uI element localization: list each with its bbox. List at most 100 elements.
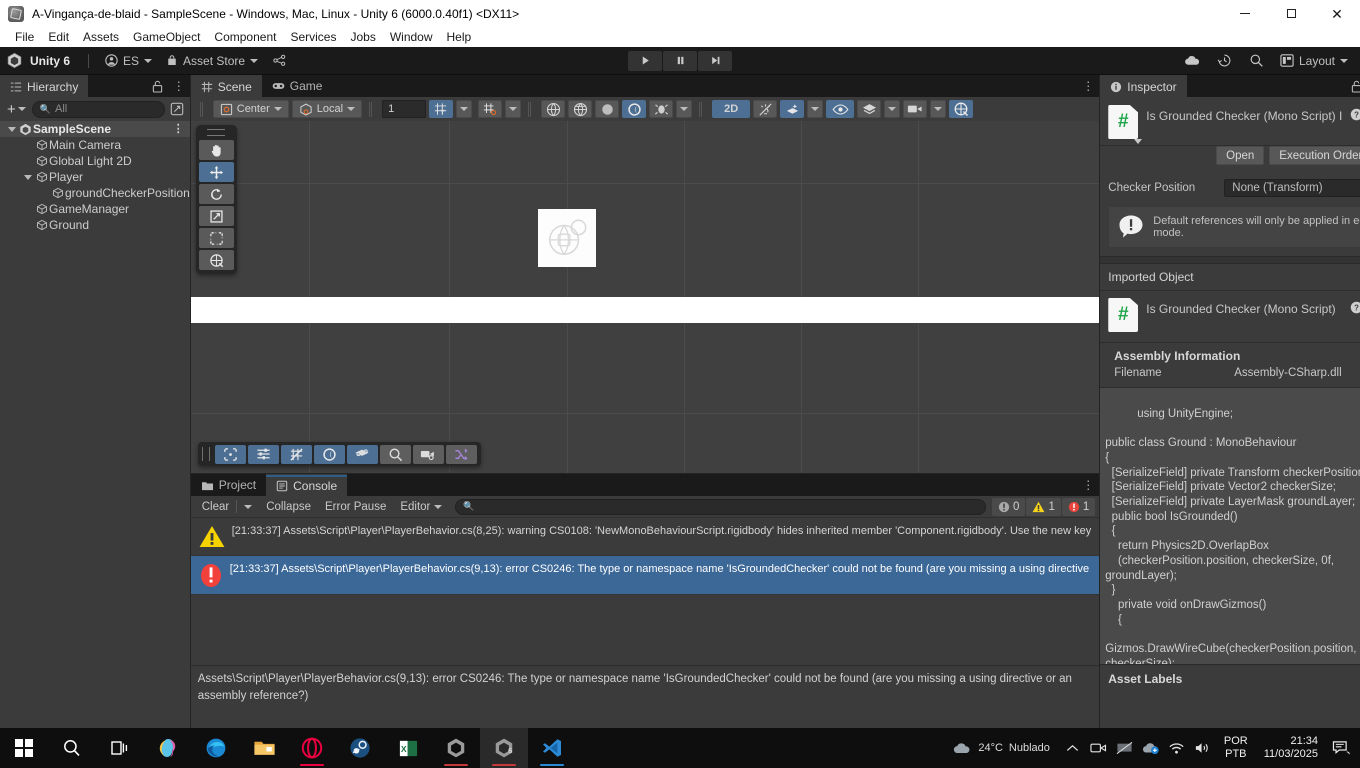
layers-icon[interactable] <box>857 100 882 118</box>
maximize-button[interactable] <box>1268 0 1314 27</box>
clock[interactable]: 21:34 11/03/2025 <box>1256 735 1326 761</box>
camera-icon[interactable] <box>903 100 928 118</box>
copilot-button[interactable] <box>144 728 192 768</box>
tab-console[interactable]: Console <box>266 474 348 496</box>
console-entry-list[interactable]: [21:33:37] Assets\Script\Player\PlayerBe… <box>190 518 1100 665</box>
cloud-icon[interactable] <box>1178 50 1208 72</box>
volume-icon[interactable] <box>1190 728 1216 768</box>
menu-help[interactable]: Help <box>440 29 479 45</box>
hierarchy-item-groundcheckerposition[interactable]: groundCheckerPosition <box>0 185 190 201</box>
console-search-input[interactable]: 🔍 <box>455 498 987 515</box>
console-entry-error[interactable]: [21:33:37] Assets\Script\Player\PlayerBe… <box>190 556 1100 595</box>
search-button[interactable] <box>48 728 96 768</box>
open-button[interactable]: Open <box>1216 146 1265 165</box>
screen-tray-icon[interactable] <box>1112 728 1138 768</box>
wifi-icon[interactable] <box>1164 728 1190 768</box>
snap-increment-dropdown[interactable] <box>505 100 522 118</box>
scene-viewport[interactable] <box>190 121 1100 473</box>
help-icon[interactable]: ? <box>1350 108 1360 121</box>
hierarchy-item-ground[interactable]: Ground <box>0 217 190 233</box>
account-menu[interactable]: ES <box>99 51 158 71</box>
chevron-up-icon[interactable] <box>1060 728 1086 768</box>
close-button[interactable]: ✕ <box>1314 0 1360 27</box>
collapse-toggle[interactable]: Collapse <box>259 498 318 515</box>
hierarchy-item-global-light-2d[interactable]: Global Light 2D <box>0 153 190 169</box>
hierarchy-lock-icon[interactable] <box>147 75 168 97</box>
layers-dropdown[interactable] <box>884 100 901 118</box>
step-button[interactable] <box>698 50 732 71</box>
hierarchy-item-main-camera[interactable]: Main Camera <box>0 137 190 153</box>
console-entry-warning[interactable]: [21:33:37] Assets\Script\Player\PlayerBe… <box>190 518 1100 556</box>
menu-edit[interactable]: Edit <box>41 29 76 45</box>
hierarchy-tree[interactable]: SampleScene ⋮ Main Camera Global Light 2D Pl… <box>0 121 190 735</box>
audio-icon[interactable] <box>649 100 674 118</box>
tab-project[interactable]: Project <box>190 474 267 496</box>
unity-editor-button[interactable]: 6 <box>480 728 528 768</box>
execution-order-button[interactable]: Execution Order... <box>1269 146 1360 165</box>
sliders-icon[interactable] <box>247 444 279 464</box>
editor-dropdown[interactable]: Editor <box>393 498 449 515</box>
opera-button[interactable] <box>288 728 336 768</box>
help-icon-2[interactable]: ? <box>1350 301 1360 314</box>
tab-scene[interactable]: Scene <box>190 75 262 97</box>
audio-dropdown[interactable] <box>676 100 693 118</box>
menu-component[interactable]: Component <box>207 29 283 45</box>
wireframe-globe-icon[interactable] <box>568 100 593 118</box>
unity-hub-button[interactable] <box>432 728 480 768</box>
history-icon[interactable] <box>1210 50 1240 72</box>
onedrive-icon[interactable] <box>1138 728 1164 768</box>
console-kebab-icon[interactable]: ⋮ <box>1077 474 1099 496</box>
lighting-icon[interactable] <box>622 100 647 118</box>
sphere-icon[interactable] <box>595 100 620 118</box>
minimize-button[interactable] <box>1222 0 1268 27</box>
overlay-drag-handle[interactable] <box>207 129 226 136</box>
inspector-lock-icon[interactable] <box>1346 75 1360 97</box>
grid-snap-icon[interactable]: Y <box>429 100 454 118</box>
steam-button[interactable] <box>336 728 384 768</box>
move-tool[interactable] <box>198 162 234 182</box>
vscode-button[interactable] <box>528 728 576 768</box>
gizmos-icon[interactable] <box>949 100 974 118</box>
transform-tool[interactable] <box>198 250 234 270</box>
grid-size-input[interactable]: 1 <box>382 100 427 118</box>
hierarchy-search-input[interactable]: 🔍 All <box>31 100 165 118</box>
edge-button[interactable] <box>192 728 240 768</box>
clear-dropdown-button[interactable] <box>237 498 259 515</box>
grid-and-snap-icon[interactable] <box>280 444 312 464</box>
start-button[interactable] <box>0 728 48 768</box>
tool-settings-icon[interactable] <box>214 444 246 464</box>
shuffle-overlay-icon[interactable] <box>445 444 477 464</box>
menu-gameobject[interactable]: GameObject <box>126 29 207 45</box>
pause-button[interactable] <box>663 50 697 71</box>
expand-triangle-icon[interactable] <box>22 174 34 180</box>
overlay-bar-handle[interactable] <box>201 447 210 461</box>
log-count[interactable]: 0 <box>992 497 1026 516</box>
scene-row-kebab-icon[interactable]: ⋮ <box>173 123 184 135</box>
handle-space-dropdown[interactable]: Local <box>291 100 363 118</box>
menu-assets[interactable]: Assets <box>76 29 126 45</box>
error-pause-toggle[interactable]: Error Pause <box>318 498 393 515</box>
shaded-globe-icon[interactable] <box>541 100 566 118</box>
scene-visibility-icon[interactable] <box>826 100 855 118</box>
task-view-button[interactable] <box>96 728 144 768</box>
hierarchy-window-picker-icon[interactable] <box>168 100 186 118</box>
menu-services[interactable]: Services <box>283 29 343 45</box>
menu-jobs[interactable]: Jobs <box>343 29 382 45</box>
grid-snap-dropdown[interactable] <box>456 100 473 118</box>
menu-window[interactable]: Window <box>383 29 440 45</box>
error-count[interactable]: 1 <box>1061 497 1096 516</box>
orientation-icon[interactable] <box>313 444 345 464</box>
file-explorer-button[interactable] <box>240 728 288 768</box>
excel-button[interactable]: X <box>384 728 432 768</box>
rotate-tool[interactable] <box>198 184 234 204</box>
light-off-icon[interactable] <box>753 100 778 118</box>
warning-count[interactable]: 1 <box>1026 497 1061 516</box>
checker-position-field[interactable]: None (Transform) <box>1224 179 1360 197</box>
weather-widget[interactable]: 24°C Nublado <box>942 741 1060 755</box>
effects-icon[interactable] <box>780 100 805 118</box>
snap-increment-icon[interactable] <box>478 100 503 118</box>
menu-file[interactable]: File <box>8 29 41 45</box>
camera-dropdown[interactable] <box>930 100 947 118</box>
scale-tool[interactable] <box>198 206 234 226</box>
camera-overlay-icon[interactable] <box>412 444 444 464</box>
